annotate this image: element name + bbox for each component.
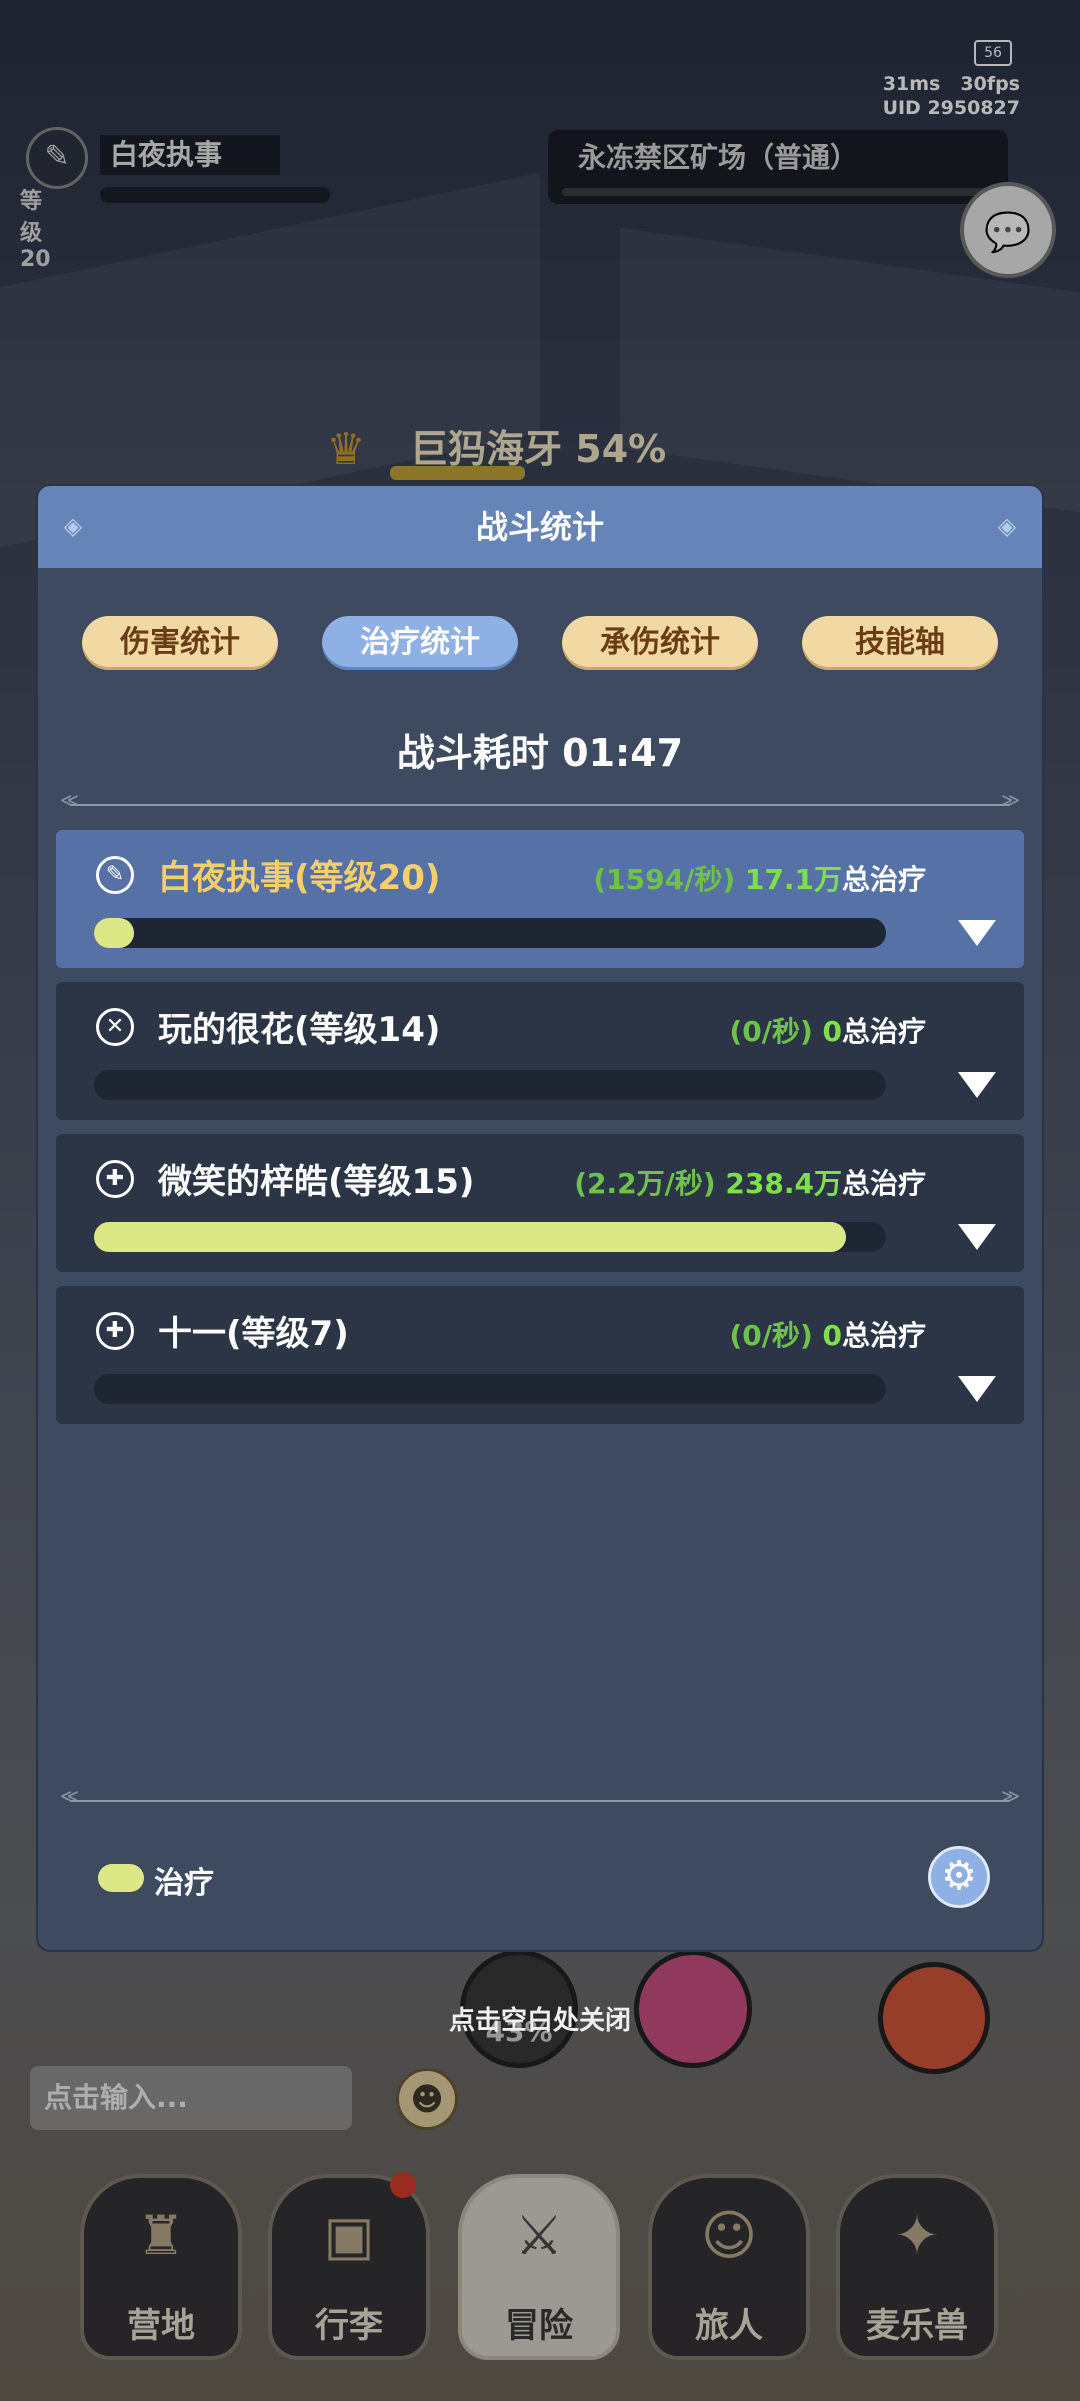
entry-stats: (1594/秒) 17.1万总治疗 [593,858,926,898]
entry-rate: (0/秒) [729,1015,813,1048]
heal-entry[interactable]: ✚ 十一(等级7) (0/秒) 0总治疗 [56,1286,1024,1424]
wand-icon: ✎ [96,856,134,894]
entry-total: 17.1万 [744,863,842,896]
heal-bar-track [94,918,886,948]
cross-shield-icon: ✚ [96,1312,134,1350]
battle-stats-panel: ◈ 战斗统计 ◈ 伤害统计 治疗统计 承伤统计 技能轴 战斗耗时 01:47 ✎… [38,486,1042,1950]
entry-stats: (0/秒) 0总治疗 [729,1010,926,1050]
divider-top [60,790,1020,811]
heal-bar-fill [94,1222,847,1252]
tab-healing[interactable]: 治疗统计 [322,616,518,670]
tab-skill-timeline[interactable]: 技能轴 [802,616,998,670]
entry-total-label: 总治疗 [841,863,926,896]
entry-total: 0 [822,1015,842,1048]
entry-rate: (2.2万/秒) [574,1167,716,1200]
entry-name: 十一(等级7) [158,1314,349,1354]
entry-rate: (1594/秒) [593,863,736,896]
expand-arrow-icon[interactable] [958,1376,996,1402]
entry-total-label: 总治疗 [841,1167,926,1200]
heal-entry[interactable]: ✕ 玩的很花(等级14) (0/秒) 0总治疗 [56,982,1024,1120]
heal-bar-fill [94,918,134,948]
tab-damage-taken[interactable]: 承伤统计 [562,616,758,670]
heal-bar-track [94,1374,886,1404]
heal-entry[interactable]: ✚ 微笑的梓皓(等级15) (2.2万/秒) 238.4万总治疗 [56,1134,1024,1272]
crossed-swords-icon: ✕ [96,1008,134,1046]
cross-shield-icon: ✚ [96,1160,134,1198]
entry-total: 0 [822,1319,842,1352]
heal-bar-track [94,1222,886,1252]
heal-bar-track [94,1070,886,1100]
duration-label: 战斗耗时 [396,731,549,775]
diamond-ornament-icon: ◈ [997,512,1017,540]
legend-swatch [98,1864,144,1892]
expand-arrow-icon[interactable] [958,1224,996,1250]
entry-stats: (2.2万/秒) 238.4万总治疗 [574,1162,926,1202]
entry-stats: (0/秒) 0总治疗 [729,1314,926,1354]
tab-damage[interactable]: 伤害统计 [82,616,278,670]
entry-name: 玩的很花(等级14) [158,1010,441,1050]
entry-total-label: 总治疗 [841,1015,926,1048]
legend-label: 治疗 [154,1866,214,1901]
heal-entry[interactable]: ✎ 白夜执事(等级20) (1594/秒) 17.1万总治疗 [56,830,1024,968]
divider-bottom [60,1786,1020,1807]
entry-name: 白夜执事(等级20) [158,858,441,898]
gear-icon: ⚙ [941,1853,977,1899]
panel-title: 战斗统计 [475,508,604,546]
panel-header: ◈ 战斗统计 ◈ [38,486,1042,568]
close-hint: 点击空白处关闭 [448,2006,631,2036]
duration-value: 01:47 [562,731,684,775]
entry-name: 微笑的梓皓(等级15) [158,1162,475,1202]
expand-arrow-icon[interactable] [958,1072,996,1098]
settings-button[interactable]: ⚙ [928,1846,990,1908]
entry-rate: (0/秒) [729,1319,813,1352]
entry-total: 238.4万 [725,1167,842,1200]
entry-total-label: 总治疗 [841,1319,926,1352]
battle-duration: 战斗耗时 01:47 [38,722,1042,777]
expand-arrow-icon[interactable] [958,920,996,946]
